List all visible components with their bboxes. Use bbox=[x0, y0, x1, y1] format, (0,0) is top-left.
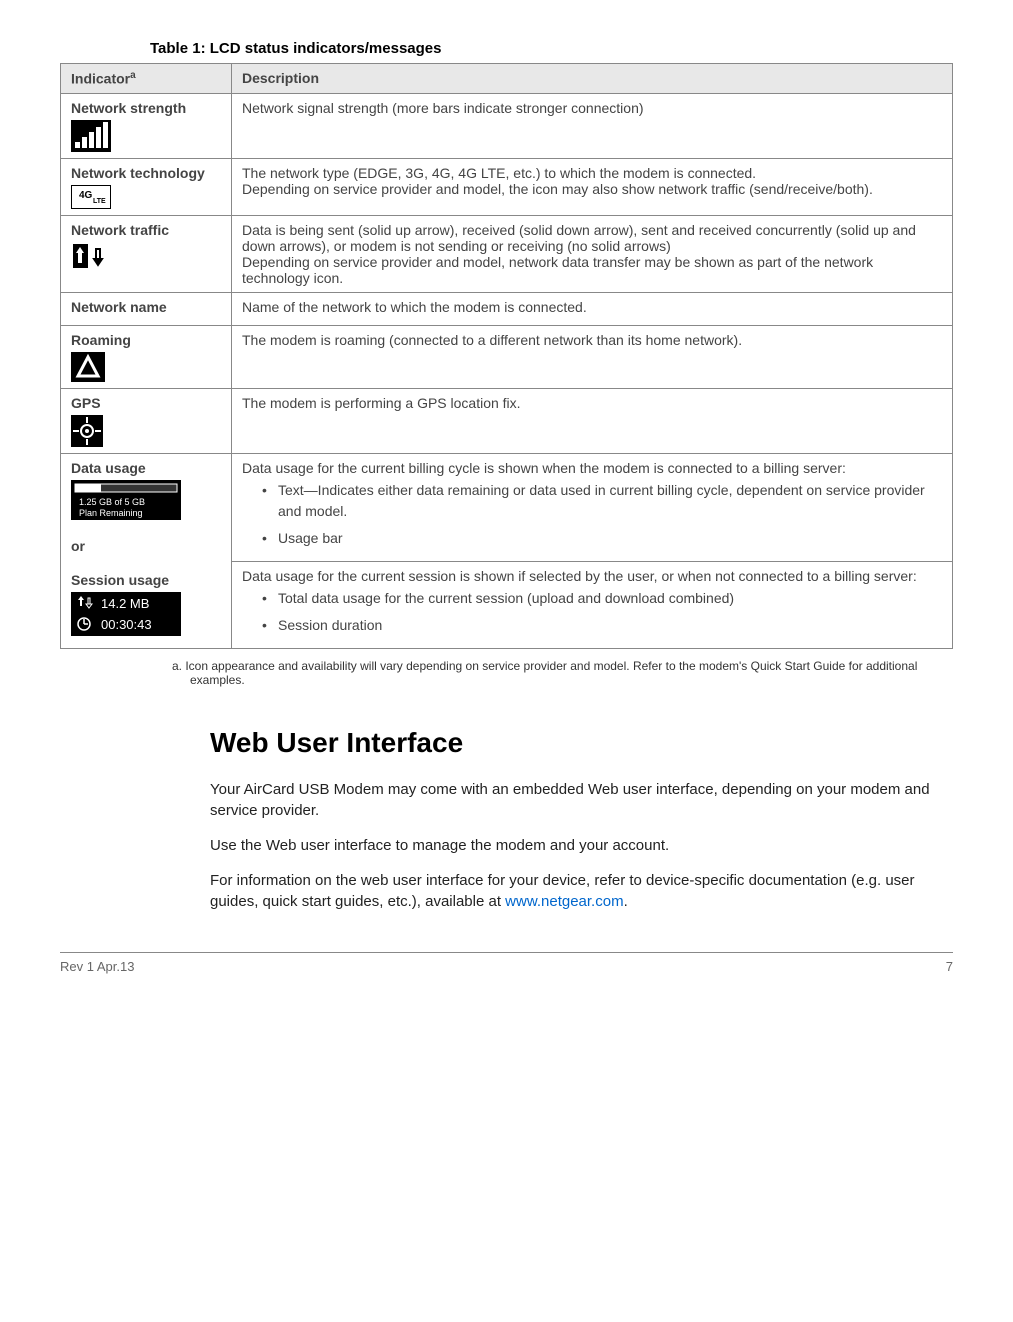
list-item: Total data usage for the current session… bbox=[262, 588, 942, 609]
table-footnote: a. Icon appearance and availability will… bbox=[60, 659, 953, 687]
row-label: Network name bbox=[71, 299, 221, 315]
svg-text:LTE: LTE bbox=[93, 198, 106, 205]
row-desc: The network type (EDGE, 3G, 4G, 4G LTE, … bbox=[232, 158, 953, 215]
table-row: GPS The modem is performing a GPS locati… bbox=[61, 388, 953, 453]
gps-icon bbox=[71, 415, 221, 447]
roaming-icon bbox=[71, 352, 221, 382]
row-label: Network strength bbox=[71, 100, 221, 116]
table-caption: Table 1: LCD status indicators/messages bbox=[60, 40, 953, 57]
indicators-table: Indicatora Description Network strength … bbox=[60, 63, 953, 649]
footer-page-number: 7 bbox=[946, 959, 953, 974]
row-label: Network technology bbox=[71, 165, 221, 181]
table-row: Network strength Network signal strength… bbox=[61, 93, 953, 158]
footer-rev: Rev 1 Apr.13 bbox=[60, 959, 134, 974]
row-desc: Network signal strength (more bars indic… bbox=[232, 93, 953, 158]
table-row: Data usage 1.25 GB of 5 GBPlan Remaining… bbox=[61, 453, 953, 648]
header-indicator: Indicatora bbox=[61, 64, 232, 94]
desc-intro: Data usage for the current session is sh… bbox=[242, 568, 942, 584]
body-paragraph: Use the Web user interface to manage the… bbox=[210, 835, 953, 856]
body-paragraph: For information on the web user interfac… bbox=[210, 870, 953, 912]
session-usage-icon: 14.2 MB 00:30:43 bbox=[71, 592, 221, 636]
list-item: Usage bar bbox=[262, 528, 942, 549]
list-item: Session duration bbox=[262, 615, 942, 636]
row-desc: The modem is roaming (connected to a dif… bbox=[232, 325, 953, 388]
body-paragraph: Your AirCard USB Modem may come with an … bbox=[210, 779, 953, 821]
row-label: Session usage bbox=[71, 572, 221, 588]
data-usage-icon: 1.25 GB of 5 GBPlan Remaining bbox=[71, 480, 221, 520]
table-row: Network technology 4GLTE The network typ… bbox=[61, 158, 953, 215]
svg-text:1.25 GB of 5 GB: 1.25 GB of 5 GB bbox=[79, 497, 145, 507]
row-desc: The modem is performing a GPS location f… bbox=[232, 388, 953, 453]
svg-text:00:30:43: 00:30:43 bbox=[101, 617, 152, 632]
table-row: Roaming The modem is roaming (connected … bbox=[61, 325, 953, 388]
or-label: or bbox=[71, 538, 221, 554]
row-desc: Name of the network to which the modem i… bbox=[232, 292, 953, 325]
row-label: Data usage bbox=[71, 460, 221, 476]
header-description: Description bbox=[232, 64, 953, 94]
signal-bars-icon bbox=[71, 120, 221, 152]
desc-list: Text—Indicates either data remaining or … bbox=[242, 480, 942, 549]
section-heading: Web User Interface bbox=[210, 727, 953, 759]
row-label: Roaming bbox=[71, 332, 221, 348]
row-label: GPS bbox=[71, 395, 221, 411]
netgear-link[interactable]: www.netgear.com bbox=[505, 893, 623, 910]
desc-intro: Data usage for the current billing cycle… bbox=[242, 460, 942, 476]
list-item: Text—Indicates either data remaining or … bbox=[262, 480, 942, 522]
svg-text:Plan Remaining: Plan Remaining bbox=[79, 508, 143, 518]
network-traffic-icon bbox=[71, 242, 221, 270]
desc-list: Total data usage for the current session… bbox=[242, 588, 942, 636]
table-row: Network traffic Data is being sent (soli… bbox=[61, 215, 953, 292]
svg-text:14.2 MB: 14.2 MB bbox=[101, 596, 149, 611]
svg-text:4G: 4G bbox=[79, 190, 93, 201]
row-desc: Data is being sent (solid up arrow), rec… bbox=[232, 215, 953, 292]
network-4g-lte-icon: 4GLTE bbox=[71, 185, 221, 209]
table-row: Network name Name of the network to whic… bbox=[61, 292, 953, 325]
row-label: Network traffic bbox=[71, 222, 221, 238]
page-footer: Rev 1 Apr.13 7 bbox=[60, 952, 953, 974]
